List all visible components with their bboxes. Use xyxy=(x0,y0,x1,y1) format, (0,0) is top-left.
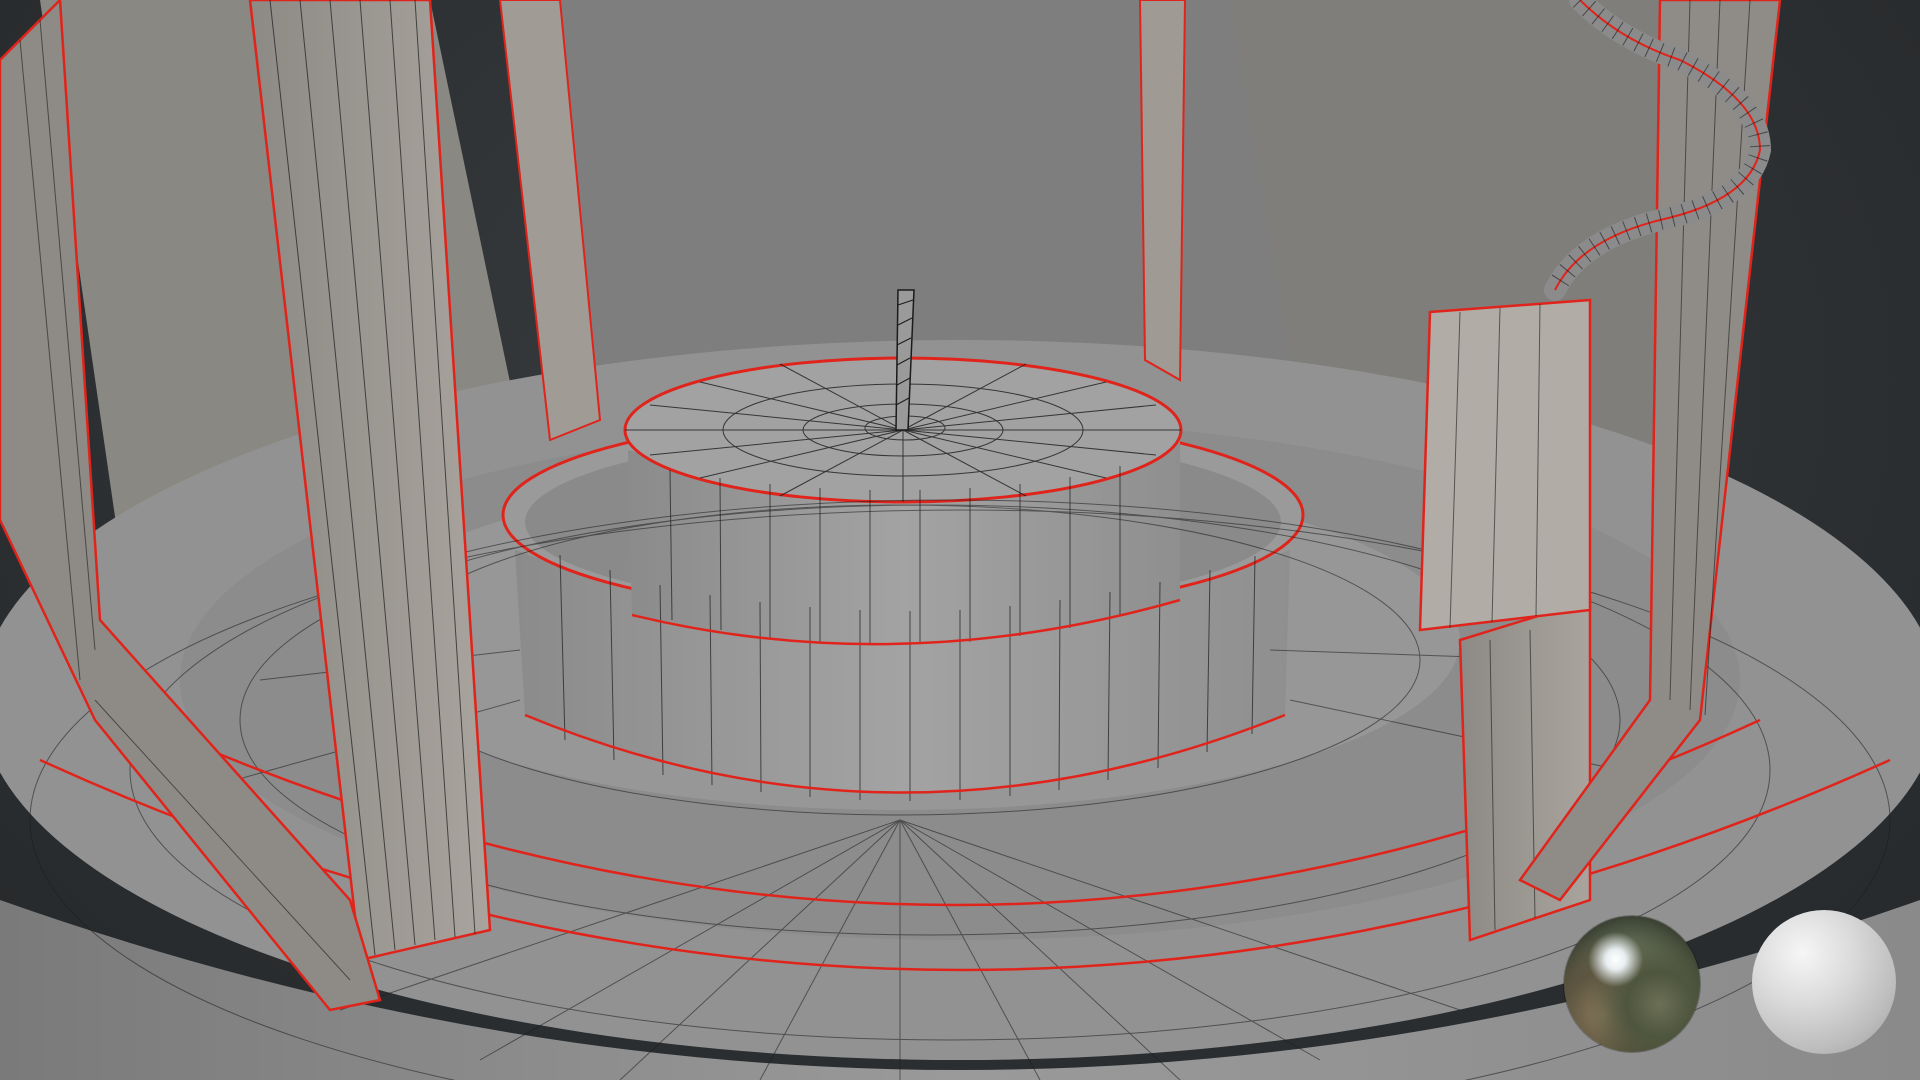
hdri-chrome-sphere xyxy=(1564,916,1700,1052)
right-hinge-bracket xyxy=(1418,298,1592,632)
right-pillar xyxy=(1458,598,1592,942)
white-diffuse-sphere xyxy=(1752,910,1896,1054)
3d-viewport[interactable] xyxy=(0,0,1920,1080)
right-inner-post xyxy=(1138,0,1187,382)
